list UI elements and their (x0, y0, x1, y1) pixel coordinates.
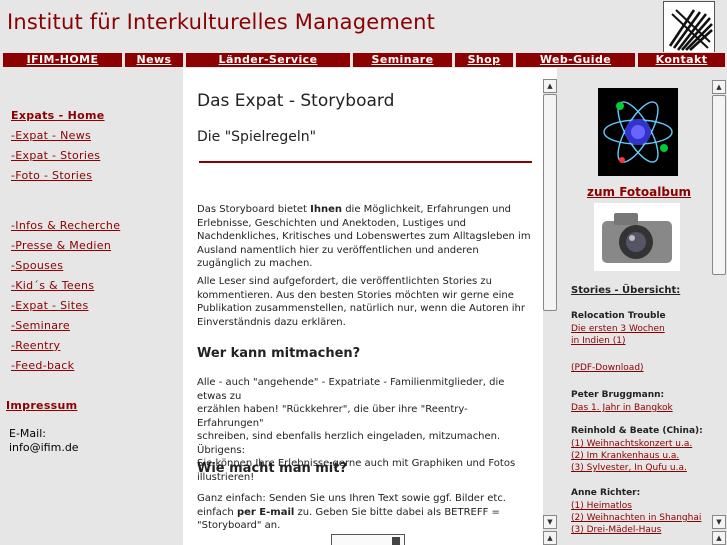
email-address[interactable]: info@ifim.de (9, 441, 79, 454)
story-author-heading: Relocation Trouble (571, 311, 666, 321)
page-title: Das Expat - Storyboard (197, 91, 395, 111)
scroll-up-button[interactable]: ▲ (543, 79, 557, 93)
sidebar-link-foto-stories[interactable]: -Foto - Stories (11, 169, 92, 182)
readers-paragraph: Alle Leser sind aufgefordert, die veröff… (197, 276, 525, 328)
scroll-thumb[interactable] (543, 94, 557, 311)
ifim-logo[interactable] (663, 1, 715, 53)
nav-seminare[interactable]: Seminare (353, 53, 452, 67)
email-label: E-Mail: (9, 427, 46, 440)
story-author-heading: Anne Richter: (571, 488, 641, 498)
nav-ifim-home[interactable]: IFIM-HOME (3, 53, 122, 67)
main-navigation: IFIM-HOME News Länder-Service Seminare S… (0, 52, 727, 68)
nav-news[interactable]: News (125, 53, 183, 67)
right-panel: zum Fotoalbum Stories - Übersicht: Reloc… (557, 68, 727, 545)
story-link[interactable]: Die ersten 3 Wochen (571, 324, 665, 334)
sidebar-link-kids-teens[interactable]: -Kid´s & Teens (11, 279, 94, 292)
nav-shop[interactable]: Shop (455, 53, 513, 67)
site-title: Institut für Interkulturelles Management (7, 10, 436, 34)
story-link[interactable]: (3) Drei-Mädel-Haus (571, 525, 661, 535)
right-panel-scrollbar[interactable]: ▲ ▼ ▲ (712, 68, 726, 545)
right-scroll-up-button[interactable]: ▲ (712, 80, 726, 94)
atom-icon (598, 88, 678, 176)
storyboard-content: Das Expat - Storyboard Die "Spielregeln"… (183, 68, 543, 545)
sidebar-link-spouses[interactable]: -Spouses (11, 259, 63, 272)
sidebar-link-reentry[interactable]: -Reentry (11, 339, 60, 352)
title-divider (199, 161, 532, 163)
page-subtitle: Die "Spielregeln" (197, 129, 317, 145)
nav-kontakt[interactable]: Kontakt (638, 53, 725, 67)
sidebar-link-infos-recherche[interactable]: -Infos & Recherche (11, 219, 120, 232)
how-paragraph: Ganz einfach: Senden Sie uns Ihren Text … (197, 493, 506, 531)
story-link[interactable]: (3) Sylvester, In Qufu u.a. (571, 463, 687, 473)
sidebar-link-expat-stories[interactable]: -Expat - Stories (11, 149, 100, 162)
nav-laender-service[interactable]: Länder-Service (186, 53, 350, 67)
sidebar-link-presse-medien[interactable]: -Presse & Medien (11, 239, 111, 252)
scroll-down-button[interactable]: ▼ (543, 515, 557, 529)
heading-how-to-join: Wie macht man mit? (197, 461, 348, 476)
sidebar-link-seminare[interactable]: -Seminare (11, 319, 70, 332)
story-link[interactable]: (2) Im Krankenhaus u.a. (571, 451, 679, 461)
story-link[interactable]: (2) Weihnachten in Shanghai (571, 513, 701, 523)
camera-icon[interactable] (594, 203, 680, 271)
content-scrollbar[interactable]: ▲ ▼ ▲ (543, 79, 557, 545)
story-link[interactable]: (1) Heimatlos (571, 501, 632, 511)
right-scroll-down-button[interactable]: ▼ (712, 515, 726, 529)
story-author-heading: Reinhold & Beate (China): (571, 426, 703, 436)
story-author-heading: Peter Bruggmann: (571, 390, 665, 400)
inline-image-thumbnail (331, 534, 405, 545)
scroll-up-button-2[interactable]: ▲ (543, 531, 557, 545)
heading-who-can-join: Wer kann mitmachen? (197, 346, 361, 361)
sidebar-link-expat-sites[interactable]: -Expat - Sites (11, 299, 88, 312)
sidebar-link-feedback[interactable]: -Feed-back (11, 359, 74, 372)
stories-overview-heading: Stories - Übersicht: (571, 285, 681, 296)
photo-album-link[interactable]: zum Fotoalbum (557, 185, 721, 199)
sidebar-link-expat-news[interactable]: -Expat - News (11, 129, 91, 142)
sidebar-link-expats-home[interactable]: Expats - Home (11, 109, 105, 122)
sidebar-link-impressum[interactable]: Impressum (6, 399, 77, 412)
story-link[interactable]: (PDF-Download) (571, 363, 644, 373)
left-sidebar: Expats - Home -Expat - News -Expat - Sto… (0, 68, 183, 545)
site-header: Institut für Interkulturelles Management (0, 0, 727, 53)
story-link[interactable]: in Indien (1) (571, 336, 626, 346)
story-link[interactable]: (1) Weihnachtskonzert u.a. (571, 439, 692, 449)
nav-web-guide[interactable]: Web-Guide (516, 53, 635, 67)
intro-paragraph: Das Storyboard bietet Ihnen die Möglichk… (197, 204, 531, 269)
story-link[interactable]: Das 1. Jahr in Bangkok (571, 403, 673, 413)
right-scroll-thumb[interactable] (712, 95, 726, 275)
right-scroll-up-button-2[interactable]: ▲ (712, 531, 726, 545)
